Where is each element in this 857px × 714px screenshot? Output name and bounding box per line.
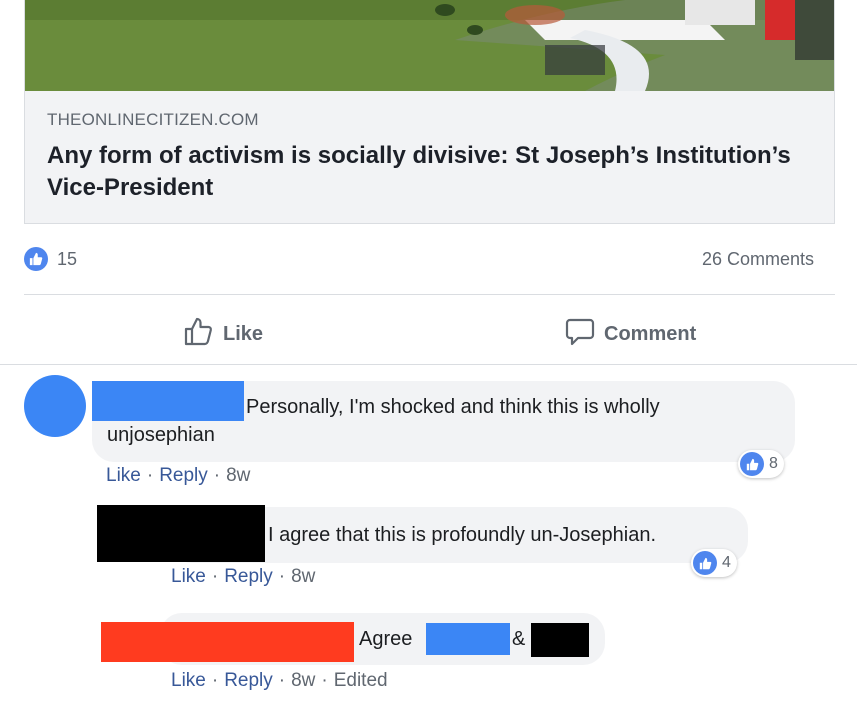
link-preview-card[interactable]: THEONLINECITIZEN.COM Any form of activis… xyxy=(24,0,835,224)
reaction-count-pill[interactable]: 4 xyxy=(691,549,737,577)
comment-reply-link[interactable]: Reply xyxy=(159,465,208,487)
reaction-count: 8 xyxy=(769,455,778,472)
comment-timestamp[interactable]: 8w xyxy=(226,465,250,487)
avatar[interactable] xyxy=(24,375,86,437)
redacted-avatar-and-name[interactable] xyxy=(97,505,265,562)
comment-text: I agree that this is profoundly un-Josep… xyxy=(268,524,657,546)
comment-button-label: Comment xyxy=(604,322,697,345)
like-button[interactable]: Like xyxy=(183,315,263,353)
comment-button[interactable]: Comment xyxy=(564,315,696,353)
link-title[interactable]: Any form of activism is socially divisiv… xyxy=(47,140,807,204)
redacted-tag[interactable] xyxy=(426,623,510,655)
comment-meta: Like · Reply · 8w · Edited xyxy=(171,670,388,692)
speech-bubble-icon xyxy=(564,315,596,353)
like-reaction-icon xyxy=(693,551,717,575)
divider xyxy=(24,294,835,295)
link-domain[interactable]: THEONLINECITIZEN.COM xyxy=(47,110,259,130)
divider xyxy=(0,364,857,365)
like-reaction-icon xyxy=(740,452,764,476)
reaction-count: 4 xyxy=(722,554,731,571)
article-image xyxy=(25,0,834,91)
comment-text: Personally, I'm shocked and think this i… xyxy=(246,396,660,418)
like-count[interactable]: 15 xyxy=(57,249,77,270)
comment-text: Agree xyxy=(359,628,413,650)
thumbs-up-icon xyxy=(183,315,215,353)
comment-meta: Like · Reply · 8w xyxy=(171,566,316,588)
comment-meta: Like · Reply · 8w xyxy=(106,465,251,487)
redacted-name[interactable] xyxy=(92,381,244,421)
comments-count[interactable]: 26 Comments xyxy=(702,249,814,270)
like-reaction-icon xyxy=(24,247,48,271)
comment-timestamp[interactable]: 8w xyxy=(291,670,315,692)
redacted-avatar-and-name[interactable] xyxy=(101,622,354,662)
like-button-label: Like xyxy=(223,322,264,345)
comment-timestamp[interactable]: 8w xyxy=(291,566,315,588)
comment-text-continued: unjosephian xyxy=(107,424,215,446)
comment-like-link[interactable]: Like xyxy=(171,670,206,692)
comment-reply-link[interactable]: Reply xyxy=(224,670,273,692)
comment-like-link[interactable]: Like xyxy=(106,465,141,487)
ampersand: & xyxy=(512,628,526,650)
edited-label[interactable]: Edited xyxy=(334,670,388,692)
comment-reply-link[interactable]: Reply xyxy=(224,566,273,588)
reaction-count-pill[interactable]: 8 xyxy=(738,450,784,478)
comment-like-link[interactable]: Like xyxy=(171,566,206,588)
redacted-tag[interactable] xyxy=(531,623,589,657)
